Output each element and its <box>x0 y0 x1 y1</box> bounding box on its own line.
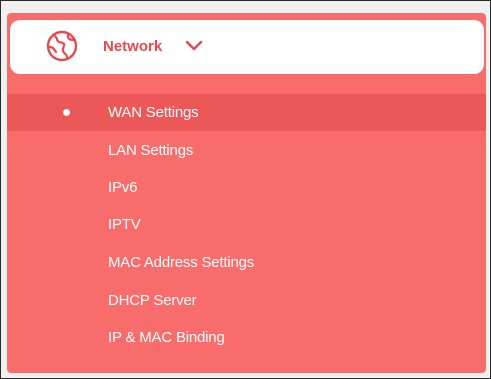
menu-item-ipv6[interactable]: IPv6 <box>7 169 486 206</box>
network-menu-title: Network <box>103 38 163 55</box>
menu-item-label: IP & MAC Binding <box>108 329 225 346</box>
chevron-down-icon <box>185 40 203 51</box>
menu-item-label: DHCP Server <box>108 292 197 309</box>
menu-item-label: IPTV <box>108 216 141 233</box>
globe-icon <box>46 30 78 62</box>
menu-item-dhcp-server[interactable]: DHCP Server <box>7 282 486 319</box>
menu-item-mac-address-settings[interactable]: MAC Address Settings <box>7 244 486 281</box>
active-bullet-icon <box>63 109 70 116</box>
menu-item-label: LAN Settings <box>108 142 194 159</box>
window-frame: Network WAN Settings LAN Settings IPv6 I… <box>0 0 491 379</box>
menu-item-label: WAN Settings <box>108 104 199 121</box>
menu-item-label: MAC Address Settings <box>108 254 255 271</box>
menu-item-wan-settings[interactable]: WAN Settings <box>7 94 486 131</box>
menu-item-ip-mac-binding[interactable]: IP & MAC Binding <box>7 319 486 356</box>
menu-item-label: IPv6 <box>108 179 138 196</box>
menu-item-lan-settings[interactable]: LAN Settings <box>7 132 486 169</box>
menu-item-iptv[interactable]: IPTV <box>7 206 486 243</box>
network-menu-header[interactable]: Network <box>10 20 484 74</box>
